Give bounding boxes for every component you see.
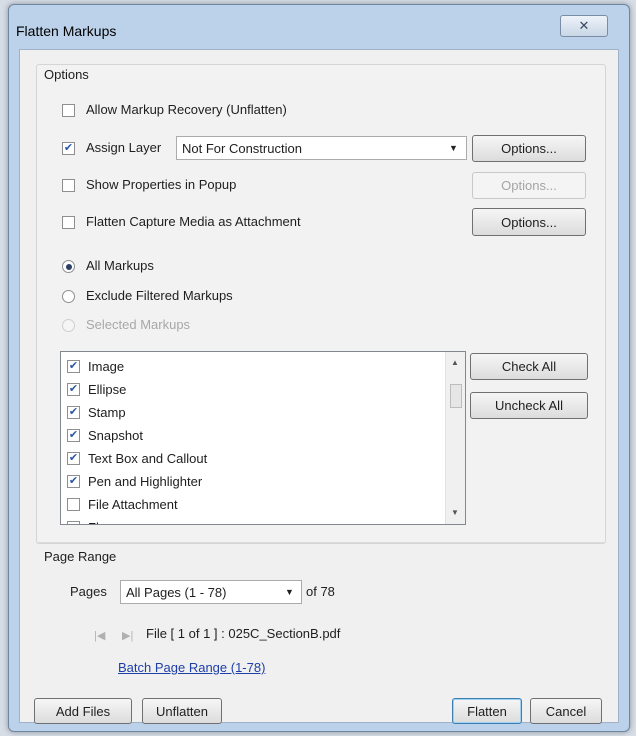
chevron-down-icon: ▼ (449, 143, 458, 153)
cancel-button[interactable]: Cancel (530, 698, 602, 724)
options-group-label: Options (44, 67, 89, 82)
show-properties-checkbox[interactable] (62, 179, 75, 192)
markup-type-checkbox[interactable] (67, 429, 80, 442)
markup-type-label: Flag (88, 520, 113, 524)
markup-type-label: Pen and Highlighter (88, 474, 203, 489)
chevron-down-icon: ▼ (285, 587, 294, 597)
all-markups-label: All Markups (86, 258, 154, 273)
dialog-title: Flatten Markups (16, 23, 117, 39)
markup-type-item[interactable]: Ellipse (67, 378, 126, 401)
close-button[interactable]: ✕ (560, 15, 608, 37)
markup-type-label: Ellipse (88, 382, 127, 397)
markup-type-item[interactable]: Pen and Highlighter (67, 470, 202, 493)
assign-layer-options-button[interactable]: Options... (472, 135, 586, 162)
flatten-capture-options-button[interactable]: Options... (472, 208, 586, 236)
exclude-filtered-radio[interactable] (62, 290, 75, 303)
markup-type-checkbox[interactable] (67, 360, 80, 373)
markup-type-label: Image (88, 359, 125, 374)
markup-type-item[interactable]: Flag (67, 516, 113, 524)
markup-type-label: File Attachment (88, 497, 178, 512)
show-properties-label: Show Properties in Popup (86, 177, 237, 192)
allow-recovery-label: Allow Markup Recovery (Unflatten) (86, 102, 287, 117)
pages-select[interactable]: All Pages (1 - 78) ▼ (120, 580, 302, 604)
markup-type-item[interactable]: Image (67, 355, 124, 378)
scroll-thumb[interactable] (450, 384, 462, 408)
uncheck-all-button[interactable]: Uncheck All (470, 392, 588, 419)
next-file-icon[interactable]: ▶| (122, 629, 133, 642)
assign-layer-label: Assign Layer (86, 140, 162, 155)
markup-type-item[interactable]: Snapshot (67, 424, 143, 447)
scroll-up-icon[interactable]: ▲ (451, 358, 459, 367)
first-file-icon[interactable]: |◀ (94, 629, 105, 642)
add-files-button[interactable]: Add Files (34, 698, 132, 724)
selected-markups-radio[interactable] (62, 319, 75, 332)
markup-type-label: Text Box and Callout (88, 451, 208, 466)
page-range-label: Page Range (44, 549, 117, 564)
markup-type-item[interactable]: Stamp (67, 401, 126, 424)
markup-type-checkbox[interactable] (67, 406, 80, 419)
layer-select[interactable]: Not For Construction ▼ (176, 136, 467, 160)
file-indicator: File [ 1 of 1 ] : 025C_SectionB.pdf (146, 626, 341, 641)
assign-layer-checkbox[interactable] (62, 142, 75, 155)
page-count-label: of 78 (306, 584, 335, 599)
markup-type-checkbox[interactable] (67, 452, 80, 465)
allow-recovery-checkbox[interactable] (62, 104, 75, 117)
markup-type-checkbox[interactable] (67, 521, 80, 524)
markup-type-label: Stamp (88, 405, 126, 420)
pages-select-value: All Pages (1 - 78) (126, 584, 227, 600)
unflatten-button[interactable]: Unflatten (142, 698, 222, 724)
section-divider (36, 542, 604, 543)
markup-type-list[interactable]: Image Ellipse Stamp Snapshot Text Box and Ca… (60, 351, 466, 525)
markup-type-checkbox[interactable] (67, 498, 80, 511)
flatten-capture-label: Flatten Capture Media as Attachment (86, 214, 301, 229)
flatten-capture-checkbox[interactable] (62, 216, 75, 229)
markup-type-item[interactable]: File Attachment (67, 493, 178, 516)
scroll-down-icon[interactable]: ▼ (451, 508, 459, 517)
markup-type-checkbox[interactable] (67, 475, 80, 488)
flatten-button[interactable]: Flatten (452, 698, 522, 724)
show-properties-options-button[interactable]: Options... (472, 172, 586, 199)
close-icon: ✕ (578, 18, 590, 33)
list-scrollbar[interactable]: ▲ ▼ (445, 352, 465, 524)
exclude-filtered-label: Exclude Filtered Markups (86, 288, 233, 303)
markup-type-label: Snapshot (88, 428, 143, 443)
markup-type-item[interactable]: Text Box and Callout (67, 447, 207, 470)
all-markups-radio[interactable] (62, 260, 75, 273)
markup-type-checkbox[interactable] (67, 383, 80, 396)
batch-page-range-link[interactable]: Batch Page Range (1-78) (118, 660, 265, 675)
check-all-button[interactable]: Check All (470, 353, 588, 380)
layer-select-value: Not For Construction (182, 140, 302, 156)
pages-label: Pages (70, 584, 107, 599)
selected-markups-label: Selected Markups (86, 317, 191, 332)
